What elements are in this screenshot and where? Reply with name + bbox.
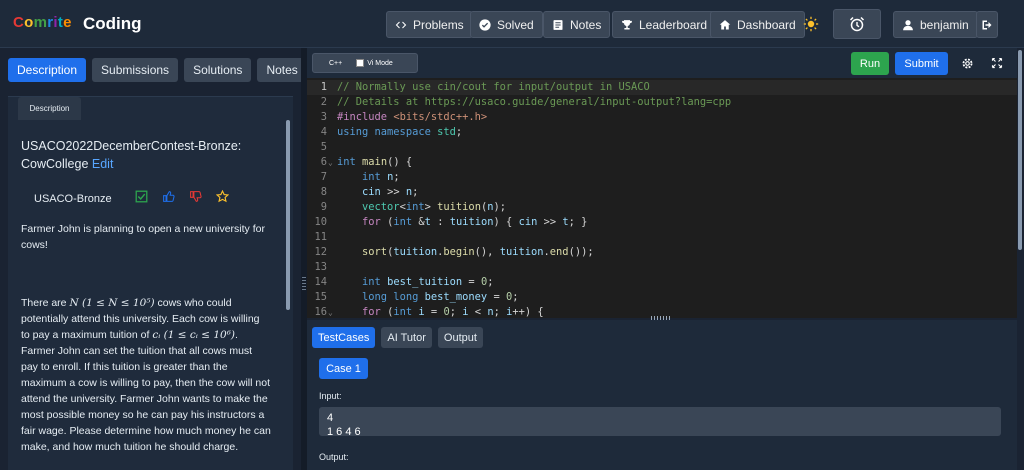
input-field[interactable]: 4 1 6 4 6 [319,407,1001,436]
code-line: 1// Normally use cin/cout for input/outp… [307,80,1017,95]
gear-icon[interactable] [961,57,974,70]
tab-testcases[interactable]: TestCases [312,327,376,348]
expand-icon[interactable] [991,57,1003,69]
code-editor[interactable]: 1// Normally use cin/cout for input/outp… [307,78,1017,318]
site-title: Coding [83,14,142,33]
language-value: C++ [329,59,343,67]
language-select[interactable]: C++ Vi Mode [312,53,418,73]
trophy-icon [622,19,632,29]
code-line: 5 [320,141,327,153]
checkbox-check-icon[interactable] [135,190,148,203]
run-button[interactable]: Run [851,52,889,75]
code-line: 11 [314,231,327,243]
text-span: There are [21,297,67,309]
nav-dashboard-button[interactable]: Dashboard [710,11,805,38]
code-line: 15 long long best_money = 0; [314,291,519,303]
tab-submissions[interactable]: Submissions [92,58,179,82]
problem-title: USACO2022DecemberContest-Bronze: CowColl… [21,137,261,173]
edit-link[interactable]: Edit [92,157,114,171]
tab-output[interactable]: Output [437,327,483,348]
tab-solutions[interactable]: Solutions [184,58,252,82]
bottom-tabs: TestCases AI Tutor Output [312,327,483,348]
difficulty-badge: USACO-Bronze [34,193,112,205]
code-line: 3 #include <bits/stdc++.h> [320,111,488,123]
problem-title-text: USACO2022DecemberContest-Bronze: CowColl… [21,139,242,171]
check-circle-icon [479,18,491,31]
nav-problems-button[interactable]: Problems [386,11,473,38]
nav-label: Problems [413,17,464,32]
description-paragraph: Farmer John is planning to open a new un… [21,223,265,251]
code-line: 13 [314,261,327,273]
vi-mode-checkbox[interactable] [356,59,365,67]
code-line: 10 for (int &t : tuition) { cin >> t; } [314,216,588,228]
code-line: 8 cin >> n; [320,186,419,198]
alarm-clock-icon [849,16,865,32]
thumbs-down-icon[interactable] [189,190,202,203]
editor-toolbar: C++ Vi Mode Run Submit [307,48,1017,78]
description-subtab[interactable]: Description [18,97,81,120]
user-menu-button[interactable]: benjamin [893,11,978,38]
top-navbar: Comrite Coding Problems Solved Notes Lea… [0,0,1024,48]
nav-notes-button[interactable]: Notes [543,11,611,38]
code-line: 14 int best_tuition = 0; [314,276,494,288]
tab-ai-tutor[interactable]: AI Tutor [381,327,432,348]
nav-label: Leaderboard [639,17,708,32]
code-icon [395,21,407,28]
page-scrollbar-thumb[interactable] [1018,50,1022,250]
home-icon [719,19,731,29]
code-line: 6 ⌄ int main() { [320,156,413,168]
tab-description[interactable]: Description [8,58,87,82]
nav-solved-button[interactable]: Solved [470,11,543,38]
description-paragraph: There are N (1 ≤ N ≤ 10⁵) cows who could… [21,295,271,455]
output-label: Output: [319,452,349,462]
note-icon [553,19,563,30]
testcase-panel: TestCases AI Tutor Output Case 1 Input: … [307,320,1017,470]
problem-panel: Description Submissions Solutions Notes … [0,48,307,470]
sun-icon[interactable] [803,16,819,32]
code-line: 7 int n; [320,171,400,183]
problem-tabs: Description Submissions Solutions Notes [8,58,307,82]
math-inline: N (1 ≤ N ≤ 10⁵) [69,297,155,309]
vi-mode-toggle[interactable]: Vi Mode [356,59,393,67]
user-icon [903,19,913,30]
logo[interactable]: Comrite [13,14,72,31]
logout-button[interactable] [976,11,998,38]
nav-label: Notes [570,17,602,32]
description-scrollbar[interactable] [286,120,290,310]
code-line: 9 vector<int> tuition(n); [320,201,506,213]
submit-button[interactable]: Submit [895,52,948,75]
nav-leaderboard-button[interactable]: Leaderboard [612,11,717,38]
input-label: Input: [319,391,342,401]
logout-icon [982,20,992,29]
code-line: 2// Details at https://usaco.guide/gener… [320,96,732,108]
code-line: 4 using namespace std; [320,126,463,138]
text-span: . Farmer John can set the tuition that a… [21,329,271,453]
thumbs-up-icon[interactable] [162,190,175,203]
description-panel: Description USACO2022DecemberContest-Bro… [8,96,293,470]
math-inline: cᵢ (1 ≤ cᵢ ≤ 10⁶) [152,329,236,341]
nav-label: Dashboard [737,17,796,32]
vi-mode-label: Vi Mode [367,59,393,67]
nav-label: Solved [497,17,534,32]
tab-notes[interactable]: Notes [257,58,307,82]
star-icon[interactable] [216,190,229,203]
problem-actions [135,190,229,203]
case-1-button[interactable]: Case 1 [319,358,368,379]
timer-button[interactable] [833,9,881,39]
resize-handle[interactable] [302,277,306,291]
code-line: 12 sort(tuition.begin(), tuition.end()); [314,246,594,258]
username: benjamin [920,17,969,32]
